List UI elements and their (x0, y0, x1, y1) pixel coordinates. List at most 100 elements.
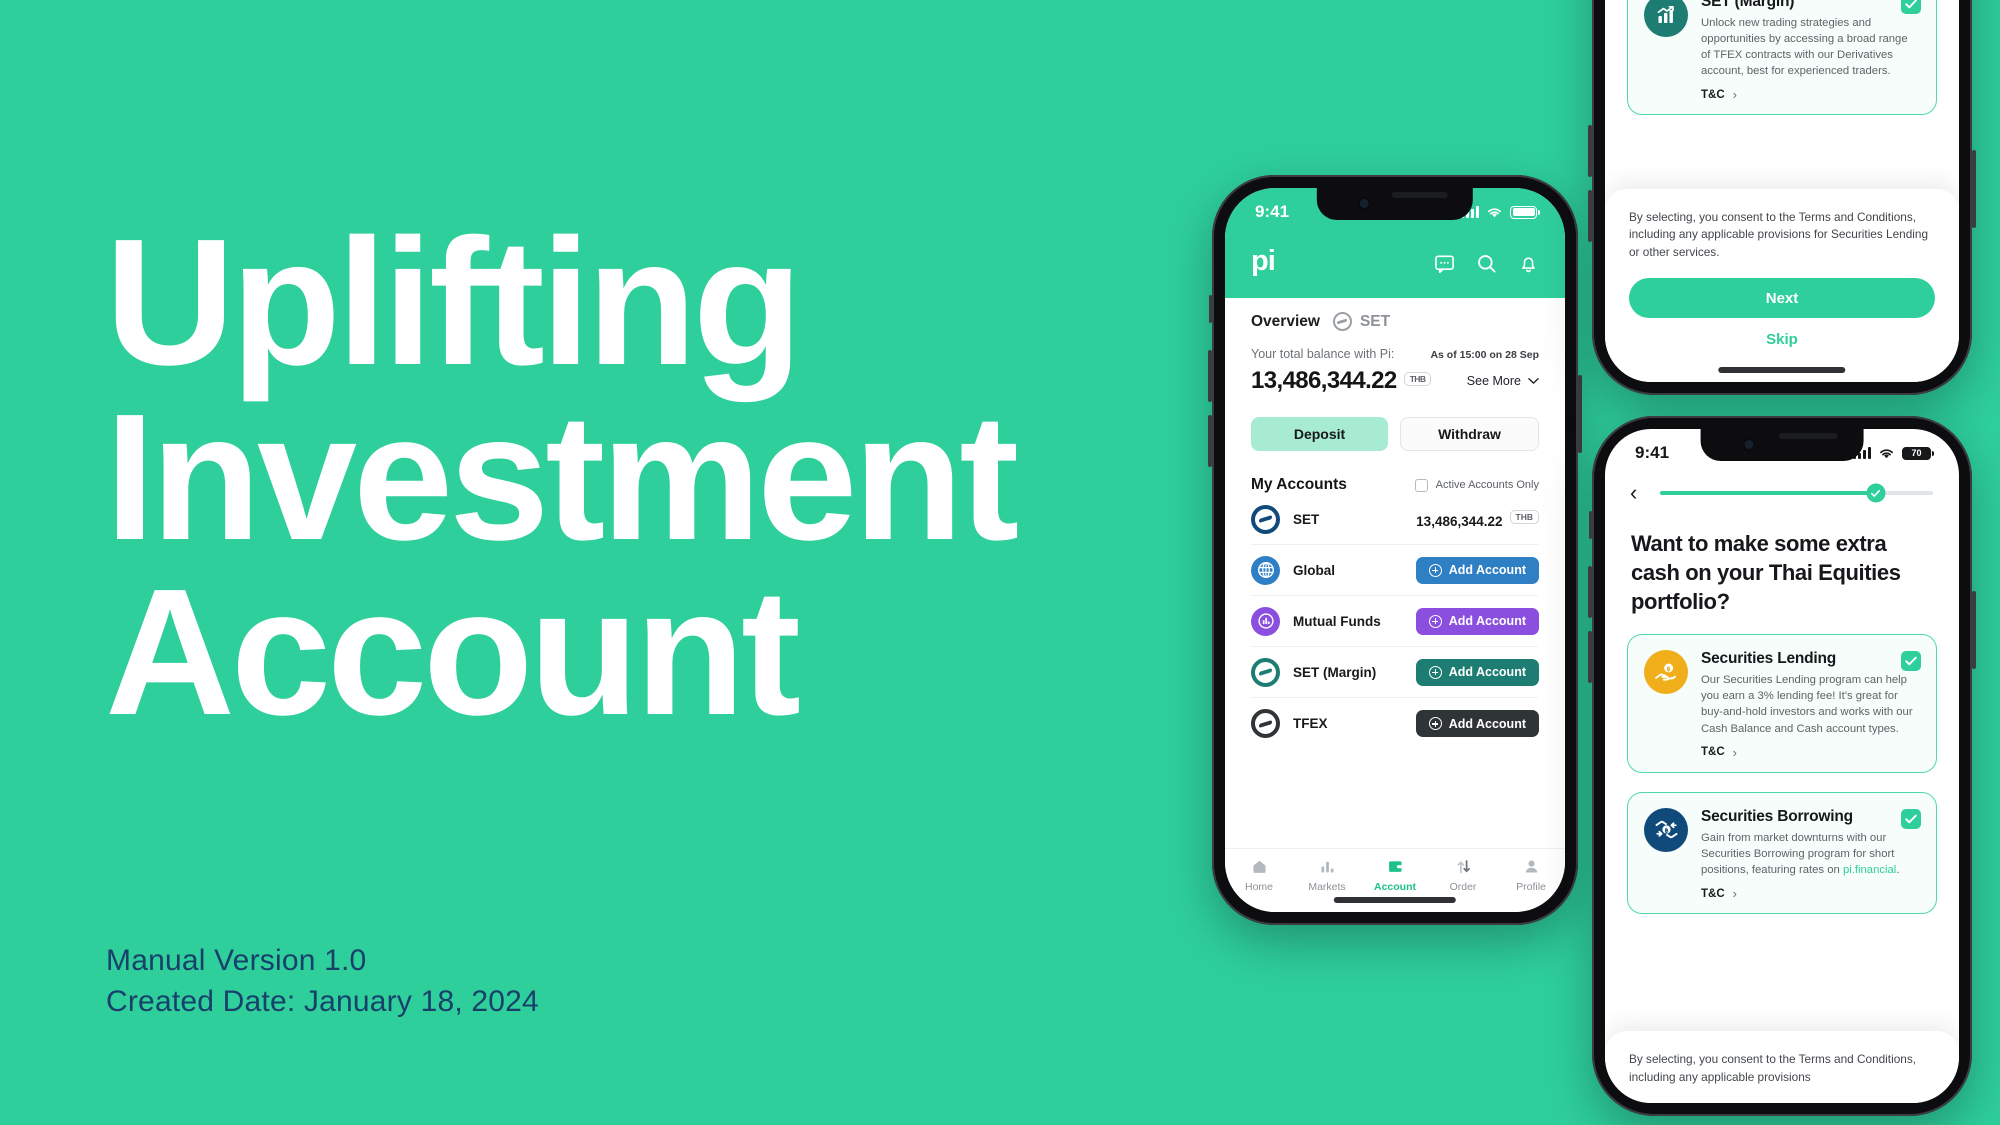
tc-label: T&C (1701, 88, 1725, 101)
table-row[interactable]: SET 13,486,344.22 THB (1251, 494, 1539, 545)
chevron-down-icon (1528, 378, 1539, 384)
add-account-button[interactable]: Add Account (1415, 710, 1539, 737)
nav-label: Account (1374, 881, 1416, 893)
service-title: SET (Margin) (1701, 0, 1795, 10)
phone-mute-button (1589, 511, 1592, 539)
total-balance-amount: 13,486,344.22 THB (1251, 367, 1432, 395)
manual-version-meta: Manual Version 1.0 Created Date: January… (106, 944, 539, 1018)
table-row[interactable]: TFEX Add Account (1251, 698, 1539, 749)
search-icon[interactable] (1476, 253, 1497, 274)
service-card-securities-lending[interactable]: ฿ Securities Lending Our Securities Lend… (1627, 634, 1937, 773)
add-account-button[interactable]: Add Account (1415, 556, 1539, 584)
page-title: Uplifting Investment Account (105, 202, 1019, 753)
my-accounts-heading: My Accounts (1251, 476, 1347, 493)
skip-button[interactable]: Skip (1629, 331, 1935, 348)
balance-value: 13,486,344.22 (1251, 367, 1397, 394)
currency-badge: THB (1403, 372, 1432, 386)
globe-icon (1251, 555, 1280, 585)
phone-mute-button (1209, 295, 1212, 323)
chevron-right-icon: › (1732, 886, 1737, 902)
account-name: Global (1293, 562, 1336, 578)
service-card-set-margin[interactable]: SET (Margin) Unlock new trading strategi… (1627, 0, 1937, 116)
chevron-left-icon[interactable]: ‹ (1630, 482, 1644, 504)
withdraw-button[interactable]: Withdraw (1400, 417, 1539, 451)
overview-tabs: Overview SET (1251, 298, 1539, 333)
battery-full-icon (1510, 205, 1540, 219)
add-account-label: Add Account (1448, 716, 1526, 731)
front-camera-icon (1357, 197, 1371, 210)
nav-item-markets[interactable]: Markets (1293, 857, 1361, 893)
add-account-button[interactable]: Add Account (1415, 658, 1539, 686)
terms-and-conditions-link[interactable]: T&C › (1701, 886, 1920, 901)
active-accounts-only-checkbox[interactable]: Active Accounts Only (1414, 478, 1539, 492)
earpiece-speaker (1391, 192, 1449, 198)
pi-financial-link[interactable]: pi.financial (1843, 864, 1896, 876)
add-account-label: Add Account (1448, 614, 1526, 628)
home-icon (1252, 860, 1266, 873)
service-card-securities-borrowing[interactable]: ฿ Securities Borrowing Gain from market … (1627, 791, 1937, 915)
progress-track[interactable] (1660, 483, 1933, 503)
phone-volume-down-button (1208, 415, 1212, 467)
table-row[interactable]: Mutual Funds Add Account (1251, 596, 1539, 647)
home-indicator (1718, 367, 1846, 373)
tc-label: T&C (1701, 746, 1725, 759)
account-name: SET (Margin) (1293, 664, 1377, 680)
progress-fill (1660, 491, 1876, 495)
service-description-tail: . (1896, 864, 1900, 877)
battery-percent-badge: 70 (1902, 446, 1934, 460)
checkbox-icon (1414, 478, 1428, 492)
check-icon (1905, 656, 1917, 666)
chevron-right-icon: › (1732, 87, 1737, 103)
margin-chart-icon (1644, 0, 1688, 37)
nav-item-account[interactable]: Account (1361, 857, 1429, 893)
tc-label: T&C (1701, 887, 1725, 900)
phone-volume-down-button (1588, 631, 1592, 683)
fund-chart-icon (1251, 606, 1280, 636)
hero-panel: Uplifting Investment Account Manual Vers… (0, 0, 1180, 1125)
phone-screen: 9:41 70 ‹ Want to make some extra cash o… (1605, 429, 1959, 1103)
service-checkbox-checked[interactable] (1901, 651, 1921, 671)
phone-notch (1700, 429, 1864, 461)
terms-and-conditions-link[interactable]: T&C › (1701, 87, 1920, 102)
terms-and-conditions-link[interactable]: T&C › (1701, 745, 1920, 760)
service-checkbox-checked[interactable] (1901, 0, 1921, 14)
consent-text: By selecting, you consent to the Terms a… (1629, 1052, 1917, 1084)
balance-timestamp: As of 15:00 on 28 Sep (1430, 349, 1539, 361)
svg-text:฿: ฿ (1666, 665, 1670, 672)
phone-volume-up-button (1588, 125, 1592, 177)
nav-label: Profile (1516, 881, 1546, 893)
borrow-hands-coin-icon: ฿ (1644, 807, 1688, 852)
service-description: Unlock new trading strategies and opport… (1701, 16, 1908, 78)
nav-label: Markets (1308, 881, 1346, 893)
see-more-button[interactable]: See More (1467, 374, 1539, 388)
add-account-label: Add Account (1448, 563, 1526, 577)
next-button[interactable]: Next (1629, 278, 1935, 318)
service-card-list: ฿ Securities Lending Our Securities Lend… (1605, 634, 1959, 915)
chat-icon[interactable] (1434, 253, 1455, 274)
service-checkbox-checked[interactable] (1901, 808, 1921, 829)
table-row[interactable]: Global Add Account (1251, 545, 1539, 596)
table-row[interactable]: SET (Margin) Add Account (1251, 647, 1539, 698)
lend-hand-coin-icon: ฿ (1644, 650, 1688, 694)
phone-screen: 9:41 pi Overview SET Your total balance … (1225, 188, 1565, 912)
plus-circle-icon (1428, 717, 1442, 730)
check-icon (1905, 814, 1917, 824)
bell-icon[interactable] (1518, 253, 1539, 274)
account-name: Mutual Funds (1293, 613, 1381, 629)
active-accounts-only-label: Active Accounts Only (1435, 479, 1539, 491)
onboarding-headline: Want to make some extra cash on your Tha… (1631, 531, 1901, 614)
see-more-label: See More (1466, 374, 1521, 388)
nav-label: Order (1449, 881, 1477, 893)
nav-item-home[interactable]: Home (1225, 857, 1293, 893)
set-logo-icon (1251, 709, 1280, 738)
account-name: SET (1293, 511, 1320, 527)
check-icon (1871, 489, 1881, 497)
status-time: 9:41 (1255, 202, 1290, 221)
tab-overview[interactable]: Overview (1251, 313, 1320, 331)
nav-item-order[interactable]: Order (1429, 857, 1497, 893)
add-account-button[interactable]: Add Account (1415, 607, 1539, 635)
set-logo-icon (1251, 657, 1280, 687)
deposit-button[interactable]: Deposit (1251, 417, 1388, 451)
nav-item-profile[interactable]: Profile (1497, 857, 1565, 893)
tab-set[interactable]: SET (1332, 312, 1390, 331)
